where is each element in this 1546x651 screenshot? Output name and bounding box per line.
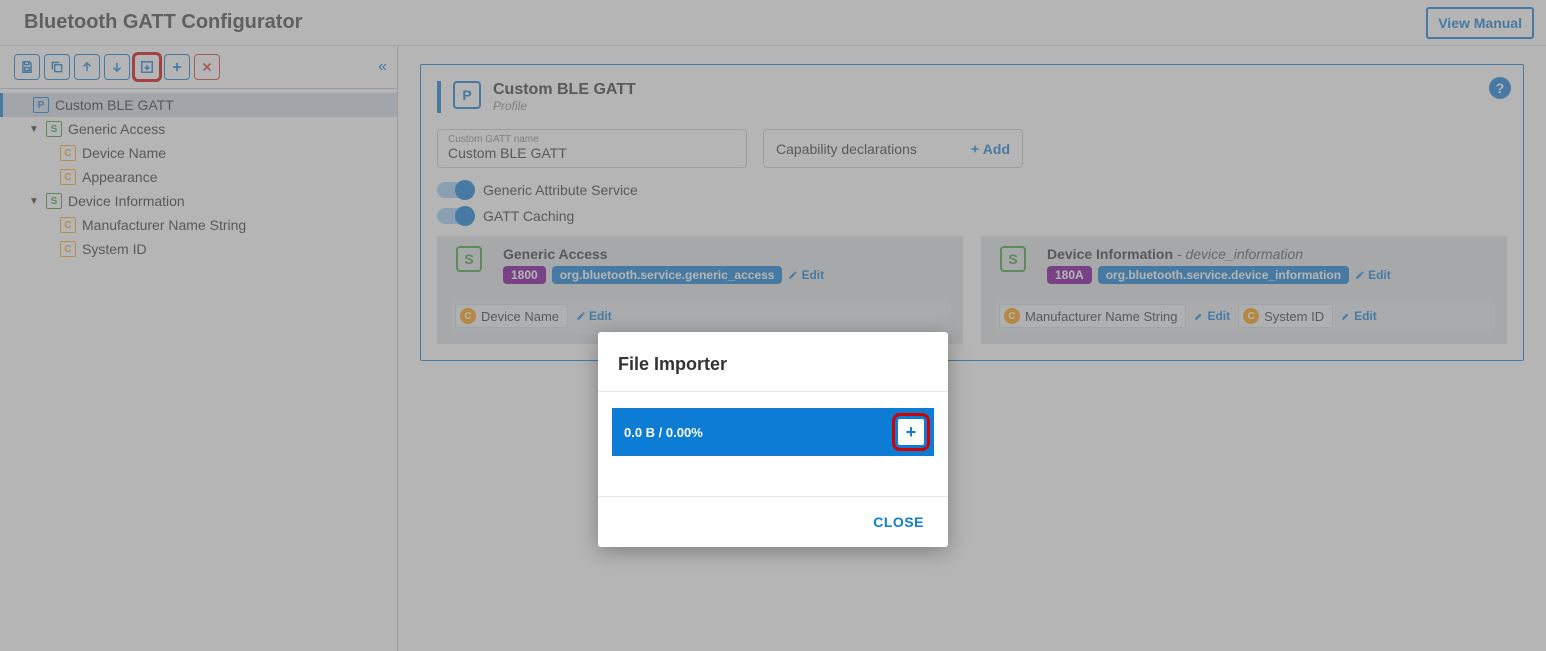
add-file-button[interactable]: + — [898, 419, 924, 445]
upload-progress: 0.0 B / 0.00% — [624, 425, 703, 440]
dialog-title: File Importer — [598, 332, 948, 392]
file-dropzone[interactable]: 0.0 B / 0.00% + — [612, 408, 934, 456]
file-importer-dialog: File Importer 0.0 B / 0.00% + CLOSE — [598, 332, 948, 547]
close-button[interactable]: CLOSE — [867, 513, 930, 531]
modal-overlay[interactable] — [0, 0, 1546, 651]
